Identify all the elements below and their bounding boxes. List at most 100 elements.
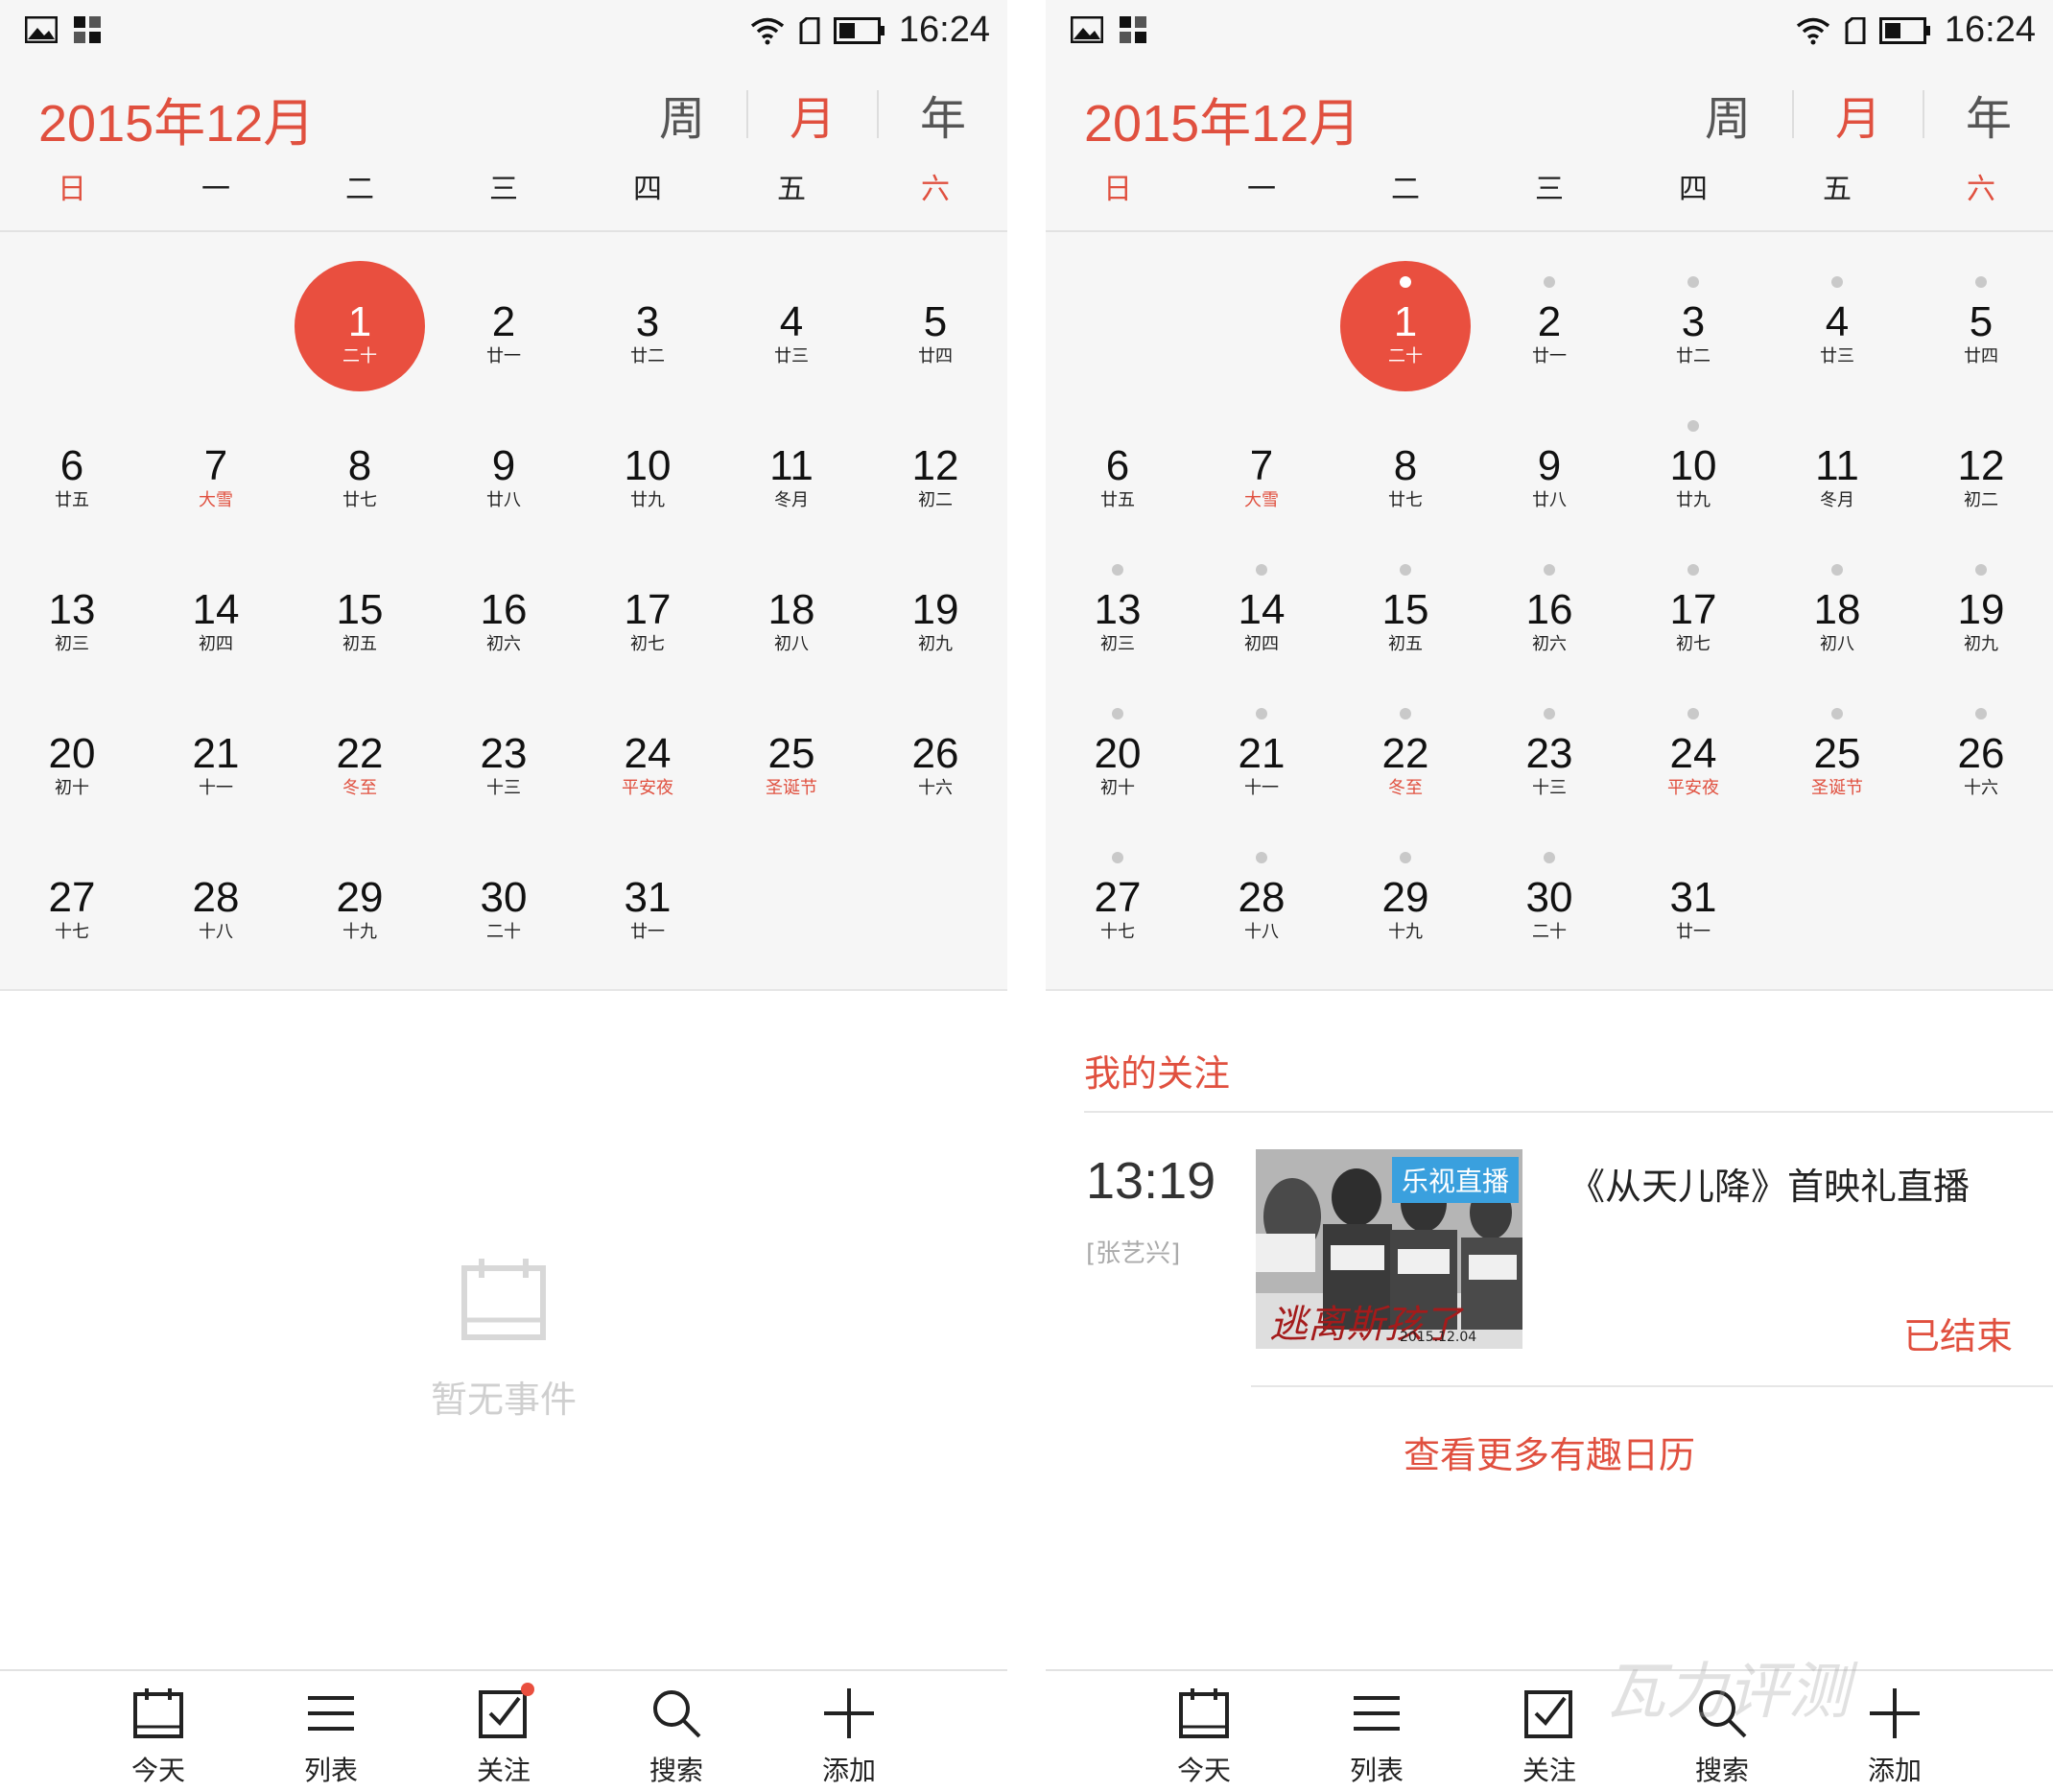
watermark-text: 瓦力评测 [1604,1657,1850,1728]
calendar-day[interactable]: 30 二十 [432,817,576,961]
calendar-day[interactable]: 1 二十 [1333,242,1477,391]
calendar-day[interactable]: 4 廿三 [1765,242,1909,386]
calendar-day[interactable]: 24 平安夜 [1621,673,1765,817]
calendar-day[interactable]: 2 廿一 [432,242,576,386]
calendar-day[interactable]: 31 廿一 [1621,817,1765,961]
tab-month[interactable]: 月 [1794,81,1923,148]
lunar-date: 初二 [1964,490,1998,510]
calendar-day[interactable]: 16 初六 [1477,530,1621,673]
calendar-day[interactable]: 26 十六 [863,673,1007,817]
calendar-day[interactable]: 11 冬月 [720,386,863,530]
more-calendars-link[interactable]: 查看更多有趣日历 [1046,1426,2053,1478]
calendar-day[interactable]: 30 二十 [1477,817,1621,961]
calendar-day[interactable]: 11 冬月 [1765,386,1909,530]
tab-year[interactable]: 年 [879,81,1007,148]
calendar-day[interactable]: 1 二十 [288,242,432,391]
calendar-day[interactable]: 27 十七 [1046,817,1190,961]
calendar-day[interactable]: 31 廿一 [576,817,720,961]
calendar-day[interactable]: 8 廿七 [1333,386,1477,530]
calendar-day[interactable]: 28 十八 [1190,817,1333,961]
calendar-day[interactable]: 23 十三 [432,673,576,817]
calendar-day[interactable]: 22 冬至 [288,673,432,817]
view-tabs: 周 月 年 [1664,81,2053,148]
calendar-day[interactable]: 10 廿九 [576,386,720,530]
month-title[interactable]: 2015年12月 [38,81,315,156]
calendar-day[interactable]: 21 十一 [144,673,288,817]
event-title[interactable]: 《从天儿降》首映礼直播 [1569,1157,1970,1210]
calendar-day[interactable]: 9 廿八 [432,386,576,530]
calendar-day[interactable]: 17 初七 [1621,530,1765,673]
calendar-day[interactable]: 20 初十 [0,673,144,817]
day-number: 24 [1669,730,1717,777]
calendar-day[interactable]: 19 初九 [863,530,1007,673]
calendar-day[interactable]: 4 廿三 [720,242,863,386]
calendar-day[interactable]: 27 十七 [0,817,144,961]
calendar-day[interactable]: 12 初二 [863,386,1007,530]
calendar-day[interactable]: 22 冬至 [1333,673,1477,817]
nav-item-follow-check[interactable]: 关注 [432,1683,576,1788]
lunar-date: 廿八 [486,490,521,510]
bottom-nav: 今天 列表 关注 搜索 添加 [0,1669,1007,1792]
calendar-day[interactable]: 7 大雪 [144,386,288,530]
calendar-day[interactable]: 23 十三 [1477,673,1621,817]
lunar-date: 二十 [342,346,377,366]
calendar-day[interactable]: 25 圣诞节 [1765,673,1909,817]
month-title[interactable]: 2015年12月 [1084,81,1360,156]
calendar-day[interactable]: 5 廿四 [1909,242,2053,386]
calendar-day[interactable]: 29 十九 [288,817,432,961]
lunar-date: 初七 [1676,634,1711,654]
day-number: 23 [1525,730,1573,777]
nav-item-add[interactable]: 添加 [777,1685,921,1788]
calendar-day[interactable]: 3 廿二 [1621,242,1765,386]
view-tabs: 周 月 年 [618,81,1007,148]
calendar-day[interactable]: 26 十六 [1909,673,2053,817]
calendar-day[interactable]: 7 大雪 [1190,386,1333,530]
tab-year[interactable]: 年 [1924,81,2053,148]
calendar-day[interactable]: 12 初二 [1909,386,2053,530]
calendar-day[interactable]: 28 十八 [144,817,288,961]
calendar-day[interactable]: 18 初八 [720,530,863,673]
calendar-day[interactable]: 5 廿四 [863,242,1007,386]
event-thumbnail[interactable]: 逃离斯孩了 2015.12.04 乐视直播 [1256,1149,1522,1349]
calendar-day[interactable]: 15 初五 [1333,530,1477,673]
calendar-day[interactable]: 17 初七 [576,530,720,673]
nav-item-list[interactable]: 列表 [259,1685,403,1788]
nav-item-follow-check[interactable]: 关注 [1477,1685,1621,1788]
calendar-day[interactable]: 20 初十 [1046,673,1190,817]
calendar-day[interactable]: 2 廿一 [1477,242,1621,386]
calendar-day[interactable]: 13 初三 [1046,530,1190,673]
day-number: 19 [911,586,959,633]
calendar-day[interactable]: 19 初九 [1909,530,2053,673]
grid-divider [1046,989,2053,991]
calendar-day[interactable]: 15 初五 [288,530,432,673]
lunar-date: 廿四 [1964,346,1998,366]
event-status: 已结束 [1902,1315,2013,1357]
calendar-day[interactable]: 14 初四 [144,530,288,673]
calendar-day[interactable]: 3 廿二 [576,242,720,386]
day-number: 26 [911,730,959,777]
nav-item-list[interactable]: 列表 [1305,1685,1449,1788]
calendar-day[interactable]: 25 圣诞节 [720,673,863,817]
nav-item-calendar-today[interactable]: 今天 [1132,1685,1276,1788]
calendar-day[interactable]: 29 十九 [1333,817,1477,961]
event-time: 13:19 [1086,1152,1216,1210]
tab-week[interactable]: 周 [1664,81,1792,148]
calendar-day[interactable]: 21 十一 [1190,673,1333,817]
calendar-day[interactable]: 6 廿五 [0,386,144,530]
calendar-day[interactable]: 14 初四 [1190,530,1333,673]
tab-week[interactable]: 周 [618,81,746,148]
calendar-day[interactable]: 16 初六 [432,530,576,673]
tab-month[interactable]: 月 [748,81,877,148]
calendar-day[interactable]: 13 初三 [0,530,144,673]
calendar-day[interactable]: 9 廿八 [1477,386,1621,530]
notification-dot [521,1683,534,1696]
calendar-day[interactable]: 8 廿七 [288,386,432,530]
nav-item-calendar-today[interactable]: 今天 [86,1685,230,1788]
calendar-day[interactable]: 18 初八 [1765,530,1909,673]
calendar-day[interactable]: 10 廿九 [1621,386,1765,530]
lunar-date: 二十 [1532,922,1567,942]
calendar-day[interactable]: 6 廿五 [1046,386,1190,530]
event-dot [1544,852,1555,863]
calendar-day[interactable]: 24 平安夜 [576,673,720,817]
nav-item-search[interactable]: 搜索 [604,1685,748,1788]
